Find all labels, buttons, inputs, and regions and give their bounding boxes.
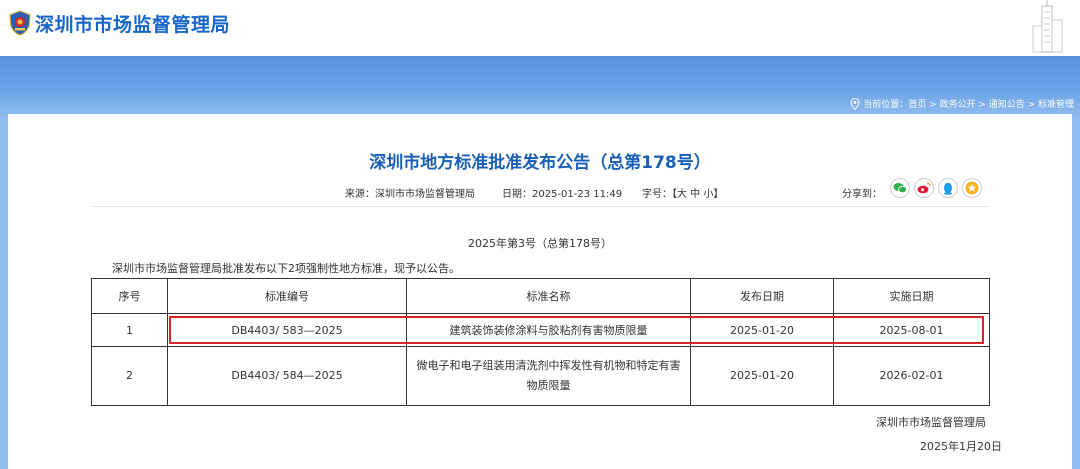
col-header-name: 标准名称: [406, 278, 691, 314]
site-header: 深圳市市场监督管理局: [0, 0, 1080, 56]
signature-date: 2025年1月20日: [920, 440, 1002, 453]
source-label: 来源：深圳市市场监督管理局: [345, 189, 475, 200]
date-label: 日期：2025-01-23 11:49: [502, 189, 623, 200]
standards-table: 序号 标准编号 标准名称 发布日期 实施日期 1 DB4403/ 583—202…: [91, 278, 990, 406]
document-number: 2025年第3号（总第178号）: [468, 237, 612, 250]
col-header-effective-date: 实施日期: [833, 278, 990, 314]
divider: [92, 206, 989, 207]
table-row: 1 DB4403/ 583—2025 建筑装饰装修涂料与胶粘剂有害物质限量 20…: [91, 313, 990, 347]
site-title[interactable]: 深圳市市场监督管理局: [35, 10, 230, 37]
cell-index: 1: [91, 313, 168, 347]
cell-name: 微电子和电子组装用清洗剂中挥发性有机物和特定有害物质限量: [406, 346, 691, 406]
location-pin-icon: [850, 97, 860, 110]
breadcrumb: 当前位置：首页 > 政务公开 > 通知公告 > 标准管理: [850, 97, 1074, 110]
cell-publish-date: 2025-01-20: [690, 313, 834, 347]
col-header-publish-date: 发布日期: [690, 278, 834, 314]
cell-effective-date: 2025-08-01: [833, 313, 990, 347]
breadcrumb-text[interactable]: 当前位置：首页 > 政务公开 > 通知公告 > 标准管理: [863, 97, 1074, 110]
share-icons: [890, 178, 982, 198]
font-size-control[interactable]: 字号：【大 中 小】: [642, 185, 723, 200]
intro-paragraph: 深圳市市场监督管理局批准发布以下2项强制性地方标准，现予以公告。: [112, 262, 460, 275]
emblem-logo[interactable]: [8, 10, 32, 36]
weibo-icon[interactable]: [914, 178, 934, 198]
cell-index: 2: [91, 346, 168, 406]
favorite-icon[interactable]: [962, 178, 982, 198]
qq-icon[interactable]: [938, 178, 958, 198]
signature-org: 深圳市市场监督管理局: [876, 416, 986, 429]
building-illustration: [1032, 0, 1063, 53]
cell-publish-date: 2025-01-20: [690, 346, 834, 406]
col-header-code: 标准编号: [167, 278, 407, 314]
wechat-icon[interactable]: [890, 178, 910, 198]
cell-name: 建筑装饰装修涂料与胶粘剂有害物质限量: [406, 313, 691, 347]
share-label: 分享到：: [842, 189, 882, 200]
cell-code: DB4403/ 583—2025: [167, 313, 407, 347]
content-card: 深圳市地方标准批准发布公告（总第178号） 来源：深圳市市场监督管理局 日期：2…: [8, 114, 1072, 469]
table-row: 2 DB4403/ 584—2025 微电子和电子组装用清洗剂中挥发性有机物和特…: [91, 346, 990, 406]
cell-code: DB4403/ 584—2025: [167, 346, 407, 406]
cell-effective-date: 2026-02-01: [833, 346, 990, 406]
table-header-row: 序号 标准编号 标准名称 发布日期 实施日期: [91, 278, 990, 314]
notice-title: 深圳市地方标准批准发布公告（总第178号）: [369, 153, 711, 173]
col-header-index: 序号: [91, 278, 168, 314]
